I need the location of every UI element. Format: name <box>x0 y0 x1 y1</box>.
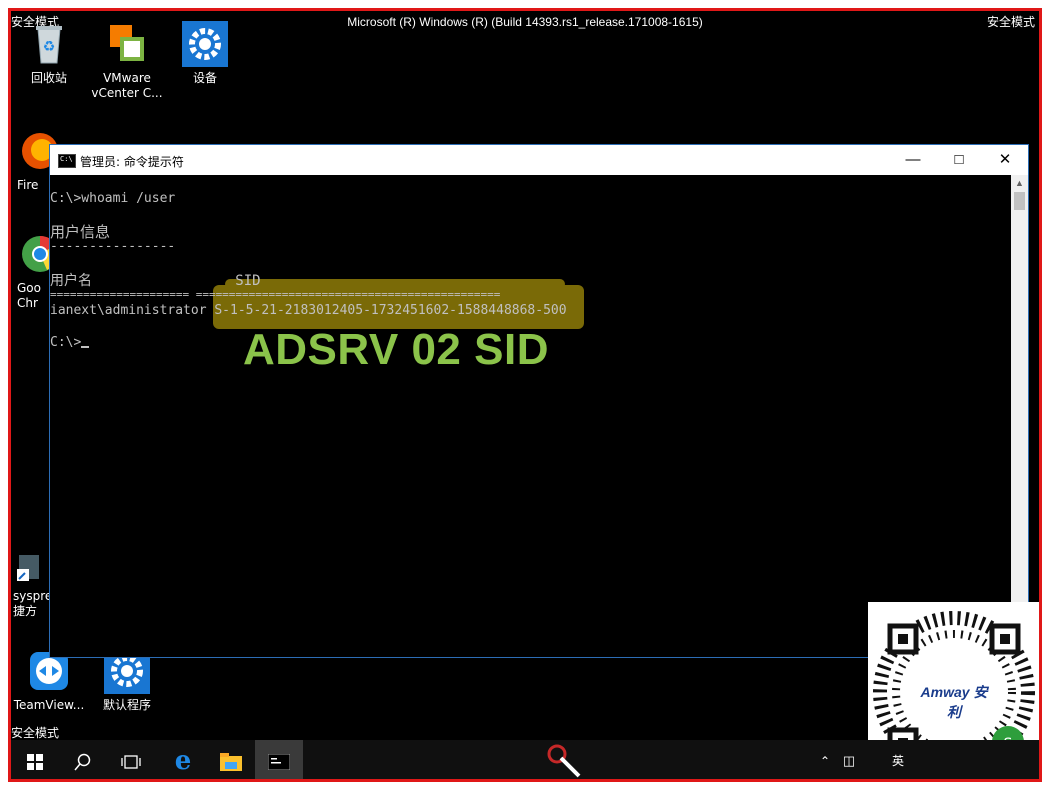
minimize-button[interactable]: — <box>890 145 936 175</box>
maximize-button[interactable]: □ <box>936 145 982 175</box>
cmd-titlebar[interactable]: C:\ 管理员: 命令提示符 — □ ✕ <box>50 145 1028 175</box>
pen-cursor-icon <box>541 740 589 779</box>
console-line: C:\>whoami /user <box>50 191 176 206</box>
task-view-icon[interactable] <box>107 740 155 779</box>
vertical-scrollbar[interactable]: ▲ <box>1011 175 1028 657</box>
desktop-icon-recycle-bin[interactable]: ♻ 回收站 <box>11 21 89 86</box>
console-line: 用户名 SID <box>50 273 261 289</box>
settings-gear-icon <box>182 21 228 67</box>
screenshot-frame: 安全模式 安全模式 Microsoft (R) Windows (R) (Bui… <box>0 0 1053 797</box>
desktop-icon-label: 默认程序 <box>102 698 151 712</box>
console-line: ===================== ==================… <box>50 288 501 301</box>
close-button[interactable]: ✕ <box>982 145 1028 175</box>
svg-text:♻: ♻ <box>43 39 56 55</box>
desktop: 安全模式 安全模式 Microsoft (R) Windows (R) (Bui… <box>8 8 1042 782</box>
console-line: ---------------- <box>50 239 176 254</box>
desktop-icon-label: VMware vCenter C... <box>91 71 163 100</box>
windows-start-icon[interactable] <box>11 740 59 779</box>
cmd-taskbar-icon[interactable] <box>255 740 303 779</box>
desktop-icon-label: TeamView... <box>13 698 85 712</box>
desktop-icon-label: syspre 捷方 <box>13 589 53 618</box>
console-output[interactable]: C:\>whoami /user 用户信息 ---------------- 用… <box>50 175 1010 657</box>
desktop-icon-label: 回收站 <box>30 71 67 85</box>
tray-chevron-up-icon[interactable]: ⌃ <box>813 740 837 779</box>
network-icon[interactable]: ◫ <box>837 740 861 779</box>
ime-language-indicator[interactable]: 英 <box>886 740 910 779</box>
file-explorer-icon[interactable] <box>207 740 255 779</box>
safe-mode-label-bottom-left: 安全模式 <box>11 726 60 740</box>
desktop-icon-vmware[interactable]: VMware vCenter C... <box>87 21 167 101</box>
edge-icon[interactable]: e <box>159 740 207 779</box>
cmd-app-icon: C:\ <box>58 154 76 168</box>
desktop-icon-label: Fire <box>17 178 39 192</box>
console-line: ianext\administrator S-1-5-21-2183012405… <box>50 303 567 318</box>
annotation-caption: ADSRV 02 SID <box>243 325 549 374</box>
console-prompt[interactable]: C:\> <box>50 335 90 350</box>
qr-brand: Amway 安利 <box>920 684 988 720</box>
search-icon[interactable] <box>59 740 107 779</box>
text-cursor <box>81 346 90 348</box>
recycle-bin-icon: ♻ <box>26 21 72 67</box>
desktop-icon-label: Goo Chr <box>17 281 41 310</box>
desktop-icon-settings[interactable]: 设备 <box>165 21 245 86</box>
cmd-window-title: 管理员: 命令提示符 <box>80 155 184 169</box>
scrollbar-thumb[interactable] <box>1014 192 1025 210</box>
desktop-icon-label: 设备 <box>192 71 217 85</box>
shortcut-icon <box>13 551 43 585</box>
vmware-icon <box>104 21 150 67</box>
taskbar: e ⌃ ◫ 英 <box>11 740 1039 779</box>
scroll-up-icon[interactable]: ▲ <box>1015 178 1024 188</box>
cmd-window[interactable]: C:\ 管理员: 命令提示符 — □ ✕ C:\>whoami /user 用户… <box>49 144 1029 658</box>
prompt-text: C:\> <box>50 335 82 350</box>
